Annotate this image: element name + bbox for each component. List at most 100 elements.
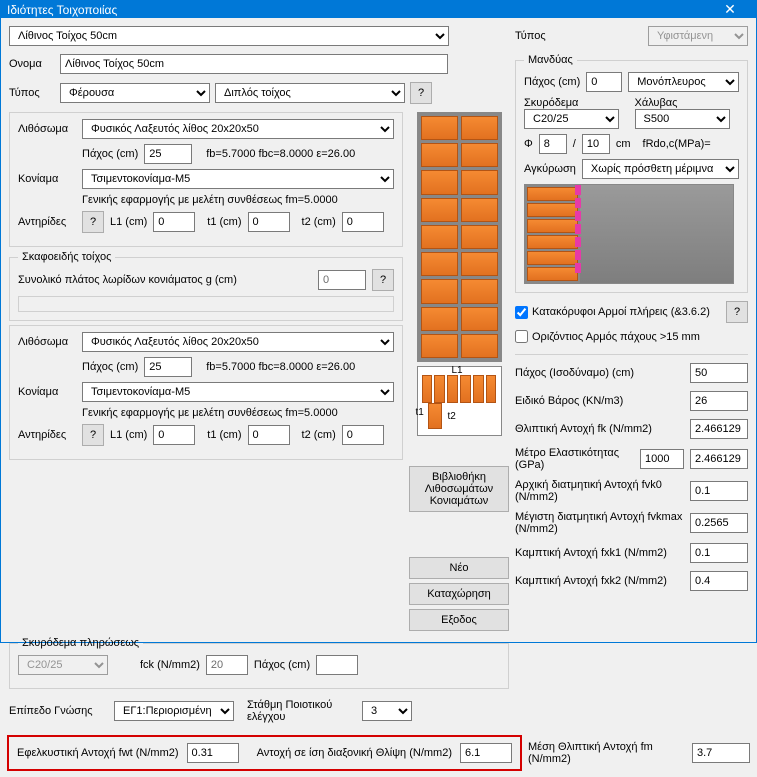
label-l1-2: L1 (cm) bbox=[110, 429, 147, 441]
stathmi-select[interactable]: 3 bbox=[362, 701, 412, 721]
label-t1-2: t1 (cm) bbox=[207, 429, 241, 441]
phi-spacing-input[interactable] bbox=[582, 134, 610, 154]
dim-t1: t1 bbox=[416, 407, 424, 418]
label-frdo: fRdo,c(MPa)= bbox=[643, 138, 711, 150]
label-cm: cm bbox=[616, 138, 631, 150]
chk-vertical-joints[interactable] bbox=[515, 306, 528, 319]
label-kamp1: Καμπτική Αντοχή fxk1 (N/mm2) bbox=[515, 547, 684, 559]
right-typos-select: Υφιστάμενη bbox=[648, 26, 748, 46]
t1-1-input[interactable] bbox=[248, 212, 290, 232]
close-icon[interactable]: ✕ bbox=[710, 1, 750, 18]
efelk-input[interactable] bbox=[187, 743, 239, 763]
xalivas-select[interactable]: S500 bbox=[635, 109, 730, 129]
label-chk2: Οριζόντιος Αρμός πάχους >15 mm bbox=[532, 331, 700, 343]
label-arxiki: Αρχική διατμητική Αντοχή fvk0 (N/mm2) bbox=[515, 479, 684, 503]
label-antirides2: Αντηρίδες bbox=[18, 429, 76, 441]
type1-select[interactable]: Φέρουσα bbox=[60, 83, 210, 103]
chk1-help-button[interactable]: ? bbox=[726, 301, 748, 323]
fill-concrete-select: C20/25 bbox=[18, 655, 108, 675]
label-t2-2: t2 (cm) bbox=[302, 429, 336, 441]
save-button[interactable]: Καταχώρηση bbox=[409, 583, 509, 605]
l1-1-input[interactable] bbox=[153, 212, 195, 232]
label-lithosoma2: Λιθόσωμα bbox=[18, 336, 76, 348]
label-antoxi-diax: Αντοχή σε ίση διαξονική Θλίψη (N/mm2) bbox=[257, 747, 452, 759]
antirides2-help-button[interactable]: ? bbox=[82, 424, 104, 446]
label-fck: fck (N/mm2) bbox=[140, 659, 200, 671]
manduas-paxos-input[interactable] bbox=[586, 72, 622, 92]
label-efelk: Εφελκυστική Αντοχή fwt (N/mm2) bbox=[17, 747, 179, 759]
dialog-window: Ιδιότητες Τοιχοποιίας ✕ Λίθινος Τοίχος 5… bbox=[0, 0, 757, 643]
titlebar: Ιδιότητες Τοιχοποιίας ✕ bbox=[1, 1, 756, 18]
manduas-side-select[interactable]: Μονόπλευρος bbox=[628, 72, 739, 92]
antoxi-diax-input[interactable] bbox=[460, 743, 512, 763]
thlip-input[interactable] bbox=[690, 419, 748, 439]
label-koniama1: Κονίαμα bbox=[18, 173, 76, 185]
skyrodema-select[interactable]: C20/25 bbox=[524, 109, 619, 129]
right-column: Τύπος Υφιστάμενη Μανδύας Πάχος (cm) Μονό… bbox=[515, 26, 748, 727]
label-paxos1: Πάχος (cm) bbox=[82, 148, 138, 160]
label-epipedo: Επίπεδο Γνώσης bbox=[9, 705, 109, 717]
skafo-help-button[interactable]: ? bbox=[372, 269, 394, 291]
paxos2-input[interactable] bbox=[144, 357, 192, 377]
type-help-button[interactable]: ? bbox=[410, 82, 432, 104]
fb-note2: fb=5.7000 fbc=8.0000 ε=26.00 bbox=[206, 361, 355, 373]
label-chk1: Κατακόρυφοι Αρμοί πλήρεις (&3.6.2) bbox=[532, 306, 710, 318]
l1-2-input[interactable] bbox=[153, 425, 195, 445]
kamp2-input[interactable] bbox=[690, 571, 748, 591]
label-lithosoma1: Λιθόσωμα bbox=[18, 123, 76, 135]
mesi-input[interactable] bbox=[692, 743, 750, 763]
wall-select[interactable]: Λίθινος Τοίχος 50cm bbox=[9, 26, 449, 46]
name-input[interactable] bbox=[60, 54, 448, 74]
antirides1-help-button[interactable]: ? bbox=[82, 211, 104, 233]
phi-input[interactable] bbox=[539, 134, 567, 154]
megisti-input[interactable] bbox=[690, 513, 748, 533]
lithosoma2-select[interactable]: Φυσικός Λαξευτός λίθος 20x20x50 bbox=[82, 332, 394, 352]
label-agkyrosi: Αγκύρωση bbox=[524, 163, 576, 175]
label-onoma: Ονομα bbox=[9, 58, 55, 70]
content-area: Λίθινος Τοίχος 50cm Ονομα Τύπος Φέρουσα … bbox=[1, 18, 756, 735]
label-t2-1: t2 (cm) bbox=[302, 216, 336, 228]
agkyrosi-select[interactable]: Χωρίς πρόσθετη μέριμνα bbox=[582, 159, 739, 179]
label-manduas-paxos: Πάχος (cm) bbox=[524, 76, 580, 88]
eidiko-input[interactable] bbox=[690, 391, 748, 411]
label-typos: Τύπος bbox=[9, 87, 55, 99]
fill-concrete-legend: Σκυρόδεμα πληρώσεως bbox=[18, 637, 143, 649]
arxiki-input[interactable] bbox=[690, 481, 748, 501]
fck-input bbox=[206, 655, 248, 675]
label-l1-1: L1 (cm) bbox=[110, 216, 147, 228]
label-p-iso: Πάχος (Ισοδύναμο) (cm) bbox=[515, 367, 684, 379]
section-preview bbox=[524, 184, 734, 284]
metro-input1[interactable] bbox=[640, 449, 684, 469]
label-megisti: Μέγιστη διατμητική Αντοχή fvkmax (N/mm2) bbox=[515, 511, 684, 535]
layer1-panel: Λιθόσωμα Φυσικός Λαξευτός λίθος 20x20x50… bbox=[9, 112, 403, 247]
lithosoma1-select[interactable]: Φυσικός Λαξευτός λίθος 20x20x50 bbox=[82, 119, 394, 139]
manduas-legend: Μανδύας bbox=[524, 54, 577, 66]
dim-t2: t2 bbox=[448, 411, 456, 422]
skafo-label: Συνολικό πλάτος λωρίδων κονιάματος g (cm… bbox=[18, 274, 312, 286]
p-iso-input[interactable] bbox=[690, 363, 748, 383]
label-paxos2: Πάχος (cm) bbox=[82, 361, 138, 373]
koniama-note1: Γενικής εφαρμογής με μελέτη συνθέσεως fm… bbox=[82, 194, 338, 206]
skafo-g-input bbox=[318, 270, 366, 290]
t2-2-input[interactable] bbox=[342, 425, 384, 445]
new-button[interactable]: Νέο bbox=[409, 557, 509, 579]
exit-button[interactable]: Εξοδος bbox=[409, 609, 509, 631]
preview-column: L1 t1 t2 Βιβλιοθήκη Λιθοσωμάτων Κονιαμάτ… bbox=[409, 112, 509, 631]
t2-1-input[interactable] bbox=[342, 212, 384, 232]
label-t1-1: t1 (cm) bbox=[207, 216, 241, 228]
koniama1-select[interactable]: Τσιμεντοκονίαμα-M5 bbox=[82, 169, 394, 189]
label-skyrodema: Σκυρόδεμα bbox=[524, 97, 629, 109]
metro-input2[interactable] bbox=[690, 449, 748, 469]
paxos1-input[interactable] bbox=[144, 144, 192, 164]
skafo-panel: Σκαφοειδής τοίχος Συνολικό πλάτος λωρίδω… bbox=[9, 251, 403, 321]
bottom-red-panel: Εφελκυστική Αντοχή fwt (N/mm2) Αντοχή σε… bbox=[7, 735, 522, 771]
epipedo-select[interactable]: ΕΓ1:Περιορισμένη bbox=[114, 701, 234, 721]
type2-select[interactable]: Διπλός τοίχος bbox=[215, 83, 405, 103]
skafo-legend: Σκαφοειδής τοίχος bbox=[18, 251, 115, 263]
koniama2-select[interactable]: Τσιμεντοκονίαμα-M5 bbox=[82, 382, 394, 402]
chk-horizontal-joint[interactable] bbox=[515, 330, 528, 343]
library-button[interactable]: Βιβλιοθήκη Λιθοσωμάτων Κονιαμάτων bbox=[409, 466, 509, 512]
kamp1-input[interactable] bbox=[690, 543, 748, 563]
t1-2-input[interactable] bbox=[248, 425, 290, 445]
fill-concrete-panel: Σκυρόδεμα πληρώσεως C20/25 fck (N/mm2) Π… bbox=[9, 637, 509, 689]
